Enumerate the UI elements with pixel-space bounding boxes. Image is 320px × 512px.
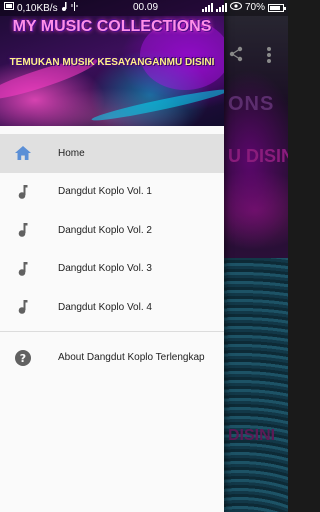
battery-percent: 70% [244, 2, 265, 13]
menu-item-label: Home [58, 147, 85, 159]
more-options-icon[interactable] [266, 46, 272, 63]
menu-item-label: Dangdut Koplo Vol. 3 [58, 263, 152, 275]
menu-item-vol-3[interactable]: Dangdut Koplo Vol. 3 [0, 250, 224, 289]
music-note-icon [14, 260, 32, 278]
menu-item-label: Dangdut Koplo Vol. 1 [58, 186, 152, 198]
menu-item-label: Dangdut Koplo Vol. 4 [58, 301, 152, 313]
drawer-menu: Home Dangdut Koplo Vol. 1 Dangdut Koplo … [0, 134, 224, 378]
menu-divider [0, 330, 224, 332]
music-status-icon [61, 2, 68, 14]
menu-item-label: Dangdut Koplo Vol. 2 [58, 224, 152, 236]
menu-item-about[interactable]: ? About Dangdut Koplo Terlengkap [0, 338, 224, 378]
help-icon: ? [14, 349, 32, 367]
drawer-header-subtitle: TEMUKAN MUSIK KESAYANGANMU DISINI [9, 57, 215, 68]
background-headline: ONS [228, 93, 275, 115]
background-caption: DISINI [228, 427, 276, 444]
signal-2-icon [215, 3, 227, 12]
signal-icon [201, 3, 213, 12]
background-subheadline: U DISINI [228, 146, 288, 166]
menu-item-vol-2[interactable]: Dangdut Koplo Vol. 2 [0, 211, 224, 250]
music-note-icon [14, 221, 32, 239]
menu-item-vol-4[interactable]: Dangdut Koplo Vol. 4 [0, 288, 224, 327]
menu-item-label: About Dangdut Koplo Terlengkap [58, 352, 205, 363]
menu-item-vol-1[interactable]: Dangdut Koplo Vol. 1 [0, 173, 224, 212]
music-note-icon [14, 183, 32, 201]
svg-text:?: ? [20, 352, 26, 365]
drawer-header: MY MUSIC COLLECTIONS TEMUKAN MUSIK KESAY… [0, 0, 224, 126]
home-icon [14, 144, 32, 162]
eye-icon [229, 2, 242, 13]
drawer-header-title: MY MUSIC COLLECTIONS [12, 18, 212, 35]
navigation-drawer: MY MUSIC COLLECTIONS TEMUKAN MUSIK KESAY… [0, 0, 224, 512]
status-bar: 0,10KB/s 00.09 70% [0, 0, 288, 16]
cast-icon [4, 2, 14, 14]
share-icon[interactable] [228, 46, 244, 62]
clock: 00.09 [133, 2, 159, 13]
net-speed: 0,10KB/s [17, 2, 58, 14]
battery-icon [268, 3, 286, 12]
menu-item-home[interactable]: Home [0, 134, 224, 173]
music-note-icon [14, 298, 32, 316]
usb-icon [71, 2, 78, 14]
